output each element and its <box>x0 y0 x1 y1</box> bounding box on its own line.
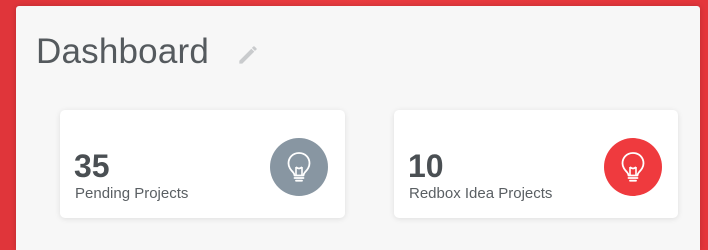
redbox-idea-projects-card[interactable]: 10 Redbox Idea Projects <box>394 110 678 218</box>
header: Dashboard <box>36 32 261 72</box>
page-title: Dashboard <box>36 32 210 71</box>
dashboard-panel: Dashboard 35 Pending Projects 10 Redbox … <box>16 6 700 250</box>
pending-projects-label: Pending Projects <box>75 185 189 202</box>
redbox-idea-projects-label: Redbox Idea Projects <box>409 185 553 202</box>
redbox-idea-projects-count: 10 <box>408 148 444 184</box>
lightbulb-icon <box>270 138 328 196</box>
lightbulb-icon <box>604 138 662 196</box>
pending-projects-card[interactable]: 35 Pending Projects <box>60 110 345 218</box>
pending-projects-count: 35 <box>74 148 110 184</box>
pencil-icon[interactable] <box>235 42 261 68</box>
